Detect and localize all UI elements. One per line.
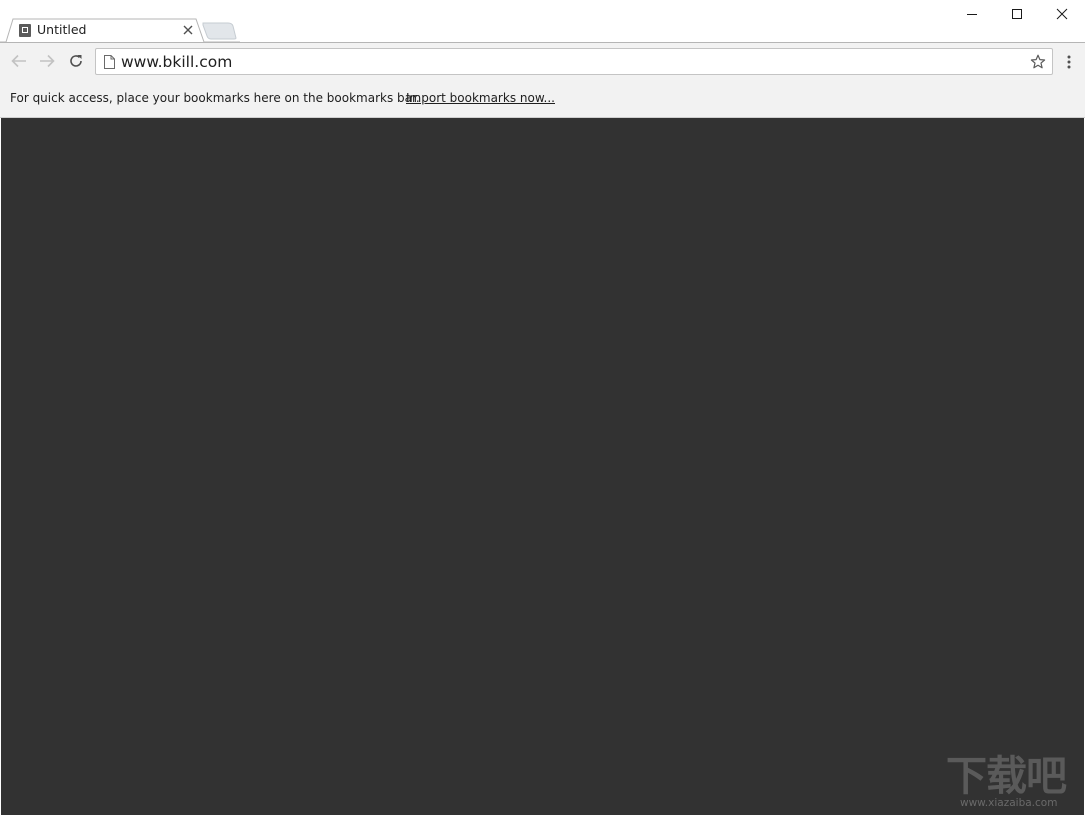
address-bar[interactable]: www.bkill.com: [95, 48, 1053, 75]
page-content[interactable]: [1, 118, 1084, 815]
tab-untitled[interactable]: Untitled: [12, 19, 198, 43]
forward-button[interactable]: [36, 51, 58, 71]
reload-button[interactable]: [65, 51, 87, 71]
browser-toolbar: www.bkill.com: [0, 42, 1085, 79]
maximize-icon: [1012, 9, 1022, 19]
arrow-right-icon: [40, 54, 55, 68]
watermark-title: 下载吧: [946, 752, 1067, 800]
arrow-left-icon: [11, 54, 26, 68]
minimize-icon: [967, 14, 977, 15]
import-bookmarks-link[interactable]: Import bookmarks now...: [406, 91, 555, 106]
tab-close-button[interactable]: [179, 21, 197, 39]
window-close-button[interactable]: [1039, 0, 1085, 28]
tab-strip: Untitled: [0, 0, 1085, 43]
star-icon: [1030, 54, 1046, 69]
kebab-menu-icon: [1067, 55, 1071, 69]
bookmarks-bar-message: For quick access, place your bookmarks h…: [10, 91, 420, 105]
page-icon: [104, 55, 115, 69]
page-folder-icon: [19, 24, 31, 37]
tab-title: Untitled: [37, 22, 87, 37]
back-button[interactable]: [8, 51, 30, 71]
bookmarks-bar: For quick access, place your bookmarks h…: [0, 79, 1085, 118]
new-tab-button[interactable]: [202, 22, 238, 40]
maximize-button[interactable]: [994, 0, 1040, 28]
watermark-logo: 下载吧 www.xiazaiba.com: [946, 752, 1078, 810]
menu-button[interactable]: [1059, 52, 1079, 72]
minimize-button[interactable]: [949, 0, 995, 28]
bookmark-star-button[interactable]: [1028, 52, 1048, 72]
reload-icon: [70, 55, 82, 67]
close-icon: [183, 25, 193, 35]
url-text[interactable]: www.bkill.com: [121, 53, 232, 71]
close-icon: [1056, 8, 1068, 20]
watermark-url: www.xiazaiba.com: [960, 797, 1058, 809]
